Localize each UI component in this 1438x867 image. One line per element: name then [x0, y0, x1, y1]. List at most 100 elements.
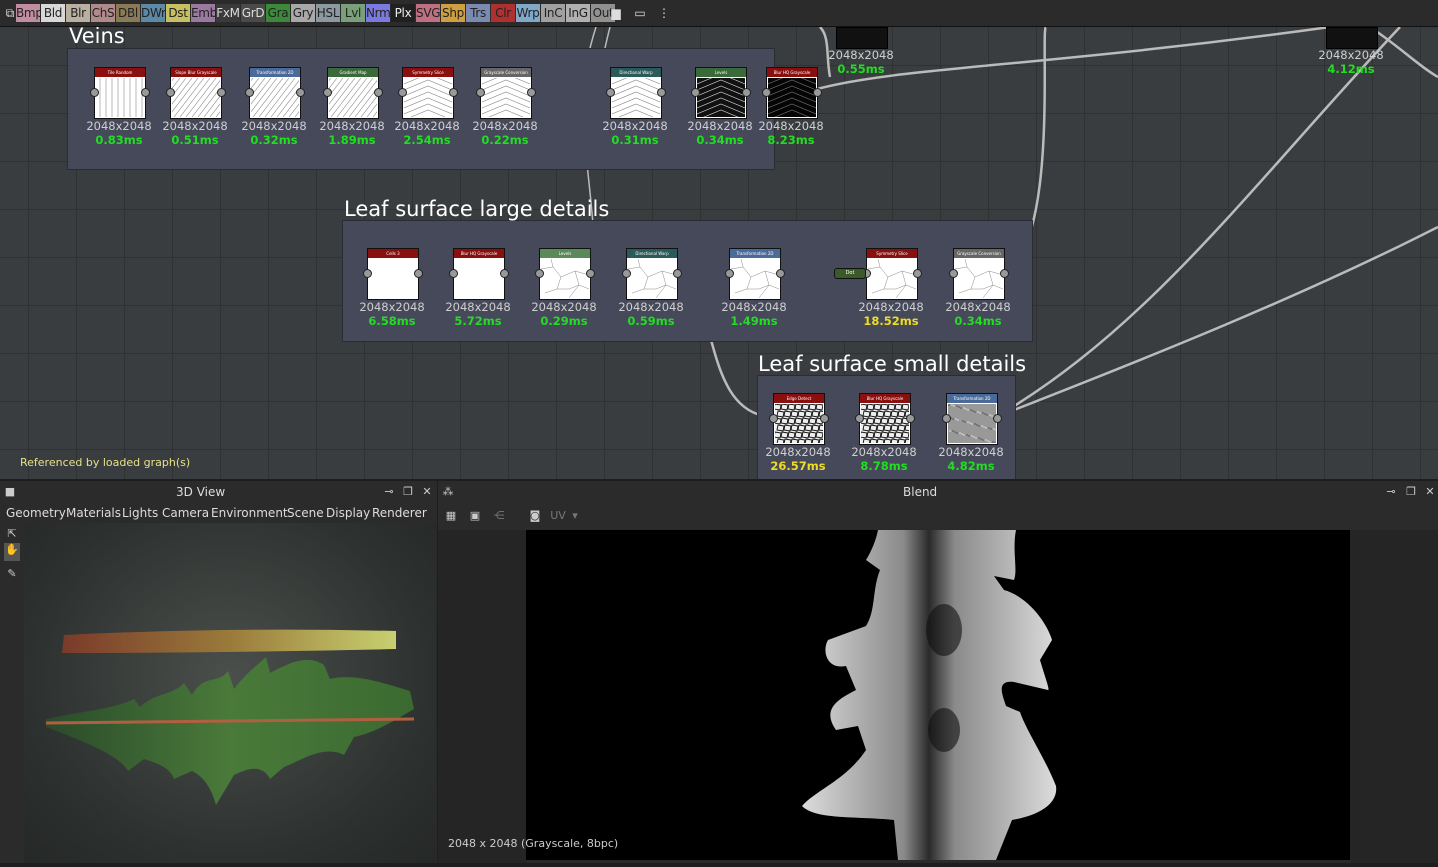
graph-node[interactable]: Blur HQ Grayscale	[453, 248, 505, 300]
graph-node[interactable]: Symmetry Slice	[402, 67, 454, 121]
menu-display[interactable]: Display	[326, 506, 370, 520]
toolbar-item-trs[interactable]: Trs	[466, 4, 490, 22]
input-port[interactable]	[363, 269, 372, 278]
toolbar-item-wrp[interactable]: Wrp	[516, 4, 540, 22]
input-port[interactable]	[762, 88, 771, 97]
input-port[interactable]	[398, 88, 407, 97]
output-port[interactable]	[673, 269, 682, 278]
offscreen-node[interactable]	[836, 27, 888, 49]
input-port[interactable]	[725, 269, 734, 278]
output-port[interactable]	[913, 269, 922, 278]
toolbar-item-nrm[interactable]: Nrm	[366, 4, 391, 22]
output-port[interactable]	[449, 88, 458, 97]
toolbar-item-shp[interactable]: Shp	[441, 4, 465, 22]
graph-node[interactable]: Transformation 2D	[729, 248, 781, 300]
float-icon[interactable]: ❐	[401, 485, 415, 499]
graph-node[interactable]: Levels	[695, 67, 747, 121]
pin-icon[interactable]: ⊸	[382, 485, 396, 499]
input-port[interactable]	[949, 269, 958, 278]
toolbar-item-svg[interactable]: SVG	[416, 4, 441, 22]
graph-node[interactable]: Edge Detect	[773, 393, 827, 446]
input-port[interactable]	[323, 88, 332, 97]
2d-view-canvas[interactable]	[526, 530, 1350, 860]
graph-node[interactable]: Transformation 2D	[946, 393, 998, 445]
toolbar-item-clr[interactable]: Clr	[491, 4, 515, 22]
toolbar-item-gra[interactable]: Gra	[266, 4, 290, 22]
toolbar-item-grd[interactable]: GrD	[241, 4, 265, 22]
graph-node[interactable]: Blur HQ Grayscale	[766, 67, 818, 121]
share-icon[interactable]: ⋲	[492, 509, 506, 523]
graph-node[interactable]: Gradient Map	[288, 67, 404, 119]
graph-node[interactable]: Cells 3	[367, 248, 419, 300]
export-icon[interactable]: ⇱	[5, 527, 19, 541]
input-port[interactable]	[476, 88, 485, 97]
toolbar-item-hsl[interactable]: HSL	[316, 4, 340, 22]
graph-node[interactable]: Slope Blur Grayscale	[131, 67, 247, 119]
output-port[interactable]	[820, 414, 829, 423]
output-port[interactable]	[414, 269, 423, 278]
output-port[interactable]	[500, 269, 509, 278]
input-port[interactable]	[622, 269, 631, 278]
toolbar-item-fxm[interactable]: FxM	[216, 4, 240, 22]
graph-canvas[interactable]: Veins Tile Random 2048x2048 0.83ms Slope Blu…	[0, 27, 1438, 479]
input-port[interactable]	[691, 88, 700, 97]
graph-node[interactable]: Directional Warp	[610, 67, 662, 121]
save-icon[interactable]: ▣	[468, 509, 482, 523]
channels-icon[interactable]: ▦	[444, 509, 458, 523]
input-port[interactable]	[606, 88, 615, 97]
menu-materials[interactable]: Materials	[66, 506, 121, 520]
float-icon[interactable]: ❐	[1404, 485, 1418, 499]
output-port[interactable]	[374, 88, 383, 97]
menu-lights[interactable]: Lights	[122, 506, 158, 520]
hand-icon[interactable]: ✋	[4, 543, 20, 561]
3d-viewport[interactable]	[24, 523, 436, 863]
toolbar-item-bld[interactable]: Bld	[41, 4, 65, 22]
toolbar-item-dst[interactable]: Dst	[166, 4, 190, 22]
output-port[interactable]	[141, 88, 150, 97]
input-port[interactable]	[449, 269, 458, 278]
graph-node[interactable]: Transformation 2D	[210, 67, 326, 119]
dot-node[interactable]: Dot	[834, 268, 866, 279]
input-port[interactable]	[535, 269, 544, 278]
output-port[interactable]	[657, 88, 666, 97]
output-port[interactable]	[742, 88, 751, 97]
close-icon[interactable]: ✕	[420, 485, 434, 499]
toolbar-item-plx[interactable]: Plx	[391, 4, 415, 22]
output-port[interactable]	[1000, 269, 1009, 278]
output-port[interactable]	[906, 414, 915, 423]
graph-node[interactable]: Grayscale Conversion	[480, 67, 532, 121]
toolbar-item-lvl[interactable]: Lvl	[341, 4, 365, 22]
toolbar-item-chs[interactable]: ChS	[91, 4, 115, 22]
light-tool-icon[interactable]: ✎	[5, 567, 19, 581]
chevron-down-icon[interactable]: ▾	[568, 509, 582, 523]
graph-node[interactable]: Directional Warp	[626, 248, 678, 300]
close-icon[interactable]: ✕	[1423, 485, 1437, 499]
menu-renderer[interactable]: Renderer	[372, 506, 427, 520]
toolbar-item-dbl[interactable]: DBl	[116, 4, 140, 22]
output-port[interactable]	[993, 414, 1002, 423]
toolbar-item-emb[interactable]: Emb	[191, 4, 217, 22]
menu-camera[interactable]: Camera	[162, 506, 209, 520]
input-port[interactable]	[166, 88, 175, 97]
info-icon[interactable]: ⋮	[656, 4, 672, 22]
offscreen-node[interactable]	[1326, 27, 1378, 49]
toolbar-item-dwr[interactable]: DWr	[141, 4, 166, 22]
input-port[interactable]	[942, 414, 951, 423]
camera-icon[interactable]: ◙	[528, 509, 542, 523]
frame-icon[interactable]: ▭	[630, 4, 650, 22]
comment-icon[interactable]: ▆	[608, 4, 624, 22]
input-port[interactable]	[769, 414, 778, 423]
output-port[interactable]	[527, 88, 536, 97]
graph-node[interactable]: Symmetry Slice	[866, 248, 918, 300]
toolbar-item-gry[interactable]: Gry	[291, 4, 315, 22]
graph-node[interactable]: Levels	[539, 248, 591, 300]
output-port[interactable]	[586, 269, 595, 278]
output-port[interactable]	[217, 88, 226, 97]
menu-scene[interactable]: Scene	[287, 506, 324, 520]
graph-node[interactable]: Grayscale Conversion	[953, 248, 1005, 300]
output-port[interactable]	[776, 269, 785, 278]
input-port[interactable]	[855, 414, 864, 423]
input-port[interactable]	[90, 88, 99, 97]
menu-environment[interactable]: Environment	[211, 506, 288, 520]
output-port[interactable]	[296, 88, 305, 97]
